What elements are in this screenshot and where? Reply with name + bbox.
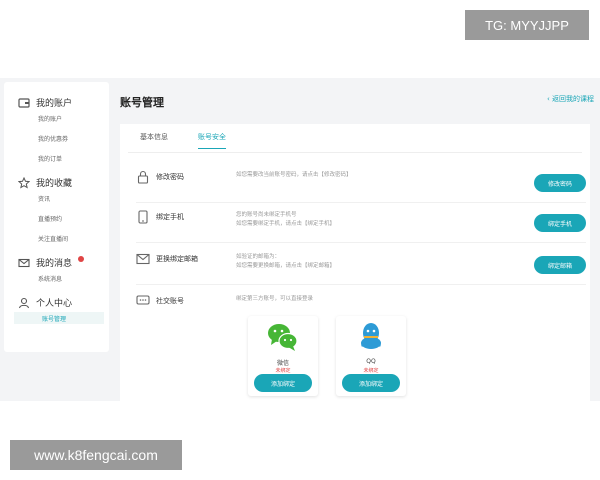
sidebar-item-system-messages[interactable]: 系统消息 <box>38 274 62 283</box>
bind-email-button[interactable]: 绑定邮箱 <box>534 256 586 274</box>
bind-phone-button[interactable]: 绑定手机 <box>534 214 586 232</box>
tg-label: TG: MYYJJPP <box>485 17 569 33</box>
site-watermark: www.k8fengcai.com <box>10 440 182 470</box>
mail-icon <box>136 252 150 266</box>
row-desc: 如您需要改当前账号密码，请点击【修改密码】 <box>236 171 352 180</box>
sidebar-group-label: 我的收藏 <box>36 179 73 189</box>
account-security-panel: 基本信息 账号安全 修改密码 如您需要改当前账号密码，请点击【修改密码】 修改密… <box>120 124 590 401</box>
row-label: 修改密码 <box>156 173 184 181</box>
social-status: 未绑定 <box>275 368 291 374</box>
row-desc-line: 如您需要更换邮箱，请点击【绑定邮箱】 <box>236 263 336 269</box>
wallet-icon <box>18 97 30 109</box>
social-name: QQ <box>366 358 376 365</box>
sidebar-item-live-booking[interactable]: 直播预约 <box>38 214 62 223</box>
sidebar-group-favorites[interactable]: 我的收藏 <box>18 176 72 189</box>
row-desc-line: 如您需要绑定手机，请点击【绑定手机】 <box>236 221 336 227</box>
row-label: 绑定手机 <box>156 213 184 221</box>
tab-basic-info[interactable]: 基本信息 <box>140 132 168 149</box>
sidebar-item-coupons[interactable]: 我的优惠券 <box>38 134 68 143</box>
row-desc-line: 绑定第三方账号，可以直接登录 <box>236 296 314 302</box>
main-content: 账号管理 ‹ 返回我的课程 基本信息 账号安全 修改密码 如您需要改当前账号密码… <box>112 82 600 401</box>
back-link[interactable]: ‹ 返回我的课程 <box>547 94 594 104</box>
sidebar-group-label: 我的账户 <box>36 99 73 109</box>
change-password-button[interactable]: 修改密码 <box>534 174 586 192</box>
app-window: 我的账户 我的账户 我的优惠券 我的订单 我的收藏 资讯 直播预约 关注直播间 … <box>0 78 600 401</box>
social-card-qq: QQ 未绑定 添加绑定 <box>336 316 406 396</box>
row-desc: 如验证的邮箱为： 如您需要更换邮箱，请点击【绑定邮箱】 <box>236 253 335 271</box>
row-desc-line: 您的账号尚未绑定手机号 <box>236 212 297 218</box>
row-bind-phone: 绑定手机 您的账号尚未绑定手机号 如您需要绑定手机，请点击【绑定手机】 绑定手机 <box>136 208 586 243</box>
row-desc: 您的账号尚未绑定手机号 如您需要绑定手机，请点击【绑定手机】 <box>236 211 335 229</box>
sidebar-item-news[interactable]: 资讯 <box>38 194 50 203</box>
sidebar: 我的账户 我的账户 我的优惠券 我的订单 我的收藏 资讯 直播预约 关注直播间 … <box>4 82 109 352</box>
sidebar-group-label: 个人中心 <box>36 299 73 309</box>
row-desc-line: 如验证的邮箱为： <box>236 254 281 260</box>
user-icon <box>18 297 30 309</box>
row-label: 更换绑定邮箱 <box>156 255 198 263</box>
back-link-label: 返回我的课程 <box>552 95 594 103</box>
phone-icon <box>136 210 150 224</box>
row-desc-line: 如您需要改当前账号密码，请点击【修改密码】 <box>236 172 352 178</box>
add-qq-binding-button[interactable]: 添加绑定 <box>342 374 400 392</box>
chat-icon <box>136 294 150 308</box>
unread-badge <box>78 256 84 262</box>
tg-badge: TG: MYYJJPP <box>465 10 589 40</box>
social-status: 未绑定 <box>363 368 379 374</box>
tab-divider <box>128 152 582 153</box>
sidebar-item-followed-rooms[interactable]: 关注直播间 <box>38 234 68 243</box>
page-title: 账号管理 <box>120 96 164 109</box>
sidebar-group-personal[interactable]: 个人中心 <box>18 296 72 309</box>
social-card-wechat: 微信 未绑定 添加绑定 <box>248 316 318 396</box>
star-icon <box>18 176 30 189</box>
sidebar-group-label: 我的消息 <box>36 259 73 269</box>
social-name: 微信 <box>276 360 289 367</box>
sidebar-item-orders[interactable]: 我的订单 <box>38 154 62 163</box>
sidebar-group-account[interactable]: 我的账户 <box>18 96 72 109</box>
mail-icon <box>18 257 30 269</box>
row-label: 社交账号 <box>156 297 184 305</box>
sidebar-group-messages[interactable]: 我的消息 <box>18 256 72 269</box>
row-desc: 绑定第三方账号，可以直接登录 <box>236 295 313 304</box>
row-change-email: 更换绑定邮箱 如验证的邮箱为： 如您需要更换邮箱，请点击【绑定邮箱】 绑定邮箱 <box>136 250 586 285</box>
sidebar-item-my-account[interactable]: 我的账户 <box>38 114 62 123</box>
sidebar-item-account-management[interactable]: 账号管理 <box>14 312 104 324</box>
site-watermark-label: www.k8fengcai.com <box>34 447 158 463</box>
lock-icon <box>136 170 150 184</box>
add-wechat-binding-button[interactable]: 添加绑定 <box>254 374 312 392</box>
tab-bar: 基本信息 账号安全 <box>140 132 226 149</box>
qq-icon <box>336 322 406 352</box>
tab-account-security[interactable]: 账号安全 <box>198 132 226 149</box>
row-change-password: 修改密码 如您需要改当前账号密码，请点击【修改密码】 修改密码 <box>136 168 586 203</box>
wechat-icon <box>248 322 318 352</box>
